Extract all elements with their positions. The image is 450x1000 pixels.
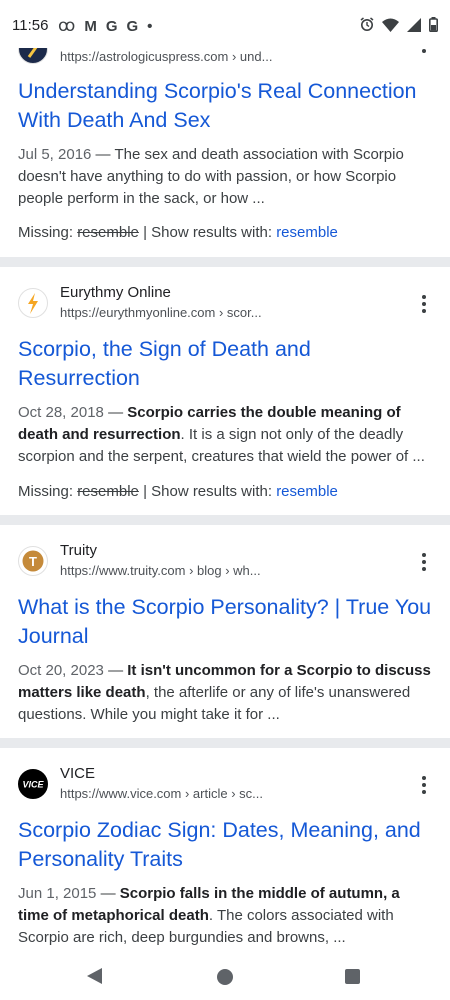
- result-separator: [0, 257, 450, 267]
- more-options-icon[interactable]: [416, 550, 432, 574]
- lightning-icon: [18, 288, 48, 318]
- result-site-name: VICE: [60, 765, 96, 782]
- truity-letter: T: [29, 554, 37, 569]
- google-icon: G: [105, 17, 118, 35]
- result-date: Jun 1, 2015: [18, 885, 97, 902]
- search-result: T Truity https://www.truity.com › blog ›…: [0, 525, 450, 738]
- google-icon: G: [126, 17, 139, 35]
- truity-favicon: T: [18, 546, 48, 576]
- voicemail-icon: ꝏ: [58, 16, 76, 35]
- result-source[interactable]: VICE VICE https://www.vice.com › article…: [18, 765, 432, 805]
- battery-icon: [429, 17, 438, 32]
- result-date: Oct 28, 2018: [18, 404, 104, 421]
- signal-icon: [407, 17, 421, 32]
- alarm-icon: [360, 17, 374, 31]
- show-results-link[interactable]: resemble: [276, 224, 338, 241]
- result-date: Jul 5, 2016: [18, 146, 92, 163]
- result-separator: [0, 515, 450, 525]
- missing-word: resemble: [77, 224, 139, 241]
- more-options-icon[interactable]: [416, 773, 432, 797]
- missing-word: resemble: [77, 483, 139, 500]
- result-title[interactable]: Scorpio, the Sign of Death and Resurrect…: [18, 335, 438, 393]
- result-url: https://www.truity.com › blog › wh...: [60, 563, 261, 578]
- vice-logo-text: VICE: [22, 780, 44, 790]
- search-result: VICE VICE https://www.vice.com › article…: [0, 748, 450, 952]
- search-result: Eurythmy Online https://eurythmyonline.c…: [0, 267, 450, 515]
- back-icon[interactable]: [87, 968, 102, 984]
- missing-terms: Missing: resemble | Show results with: r…: [18, 483, 338, 500]
- result-title[interactable]: What is the Scorpio Personality? | True …: [18, 593, 438, 651]
- result-snippet: Oct 28, 2018 — Scorpio carries the doubl…: [18, 404, 425, 465]
- result-snippet: Oct 20, 2023 — It isn't uncommon for a S…: [18, 662, 431, 723]
- home-icon[interactable]: [217, 969, 233, 985]
- result-separator: [0, 738, 450, 748]
- result-source[interactable]: T Truity https://www.truity.com › blog ›…: [18, 542, 432, 582]
- dot-icon: •: [147, 17, 153, 35]
- notification-icons: ꝏ M G G •: [58, 16, 152, 36]
- result-url: https://eurythmyonline.com › scor...: [60, 305, 262, 320]
- wifi-icon: [382, 18, 399, 32]
- result-title[interactable]: Understanding Scorpio's Real Connection …: [18, 77, 438, 135]
- gmail-icon: M: [84, 17, 97, 35]
- system-icons: [360, 17, 438, 32]
- recent-apps-icon[interactable]: [345, 969, 360, 984]
- result-title[interactable]: Scorpio Zodiac Sign: Dates, Meaning, and…: [18, 816, 438, 874]
- result-snippet: Jun 1, 2015 — Scorpio falls in the middl…: [18, 885, 400, 946]
- missing-terms: Missing: resemble | Show results with: r…: [18, 224, 338, 241]
- status-time: 11:56: [12, 17, 49, 34]
- more-options-icon[interactable]: [416, 292, 432, 316]
- result-url: https://astrologicuspress.com › und...: [60, 49, 273, 64]
- show-results-link[interactable]: resemble: [276, 483, 338, 500]
- status-bar: 11:56 ꝏ M G G •: [0, 0, 450, 48]
- result-source[interactable]: Eurythmy Online https://eurythmyonline.c…: [18, 284, 432, 324]
- result-site-name: Eurythmy Online: [60, 284, 171, 301]
- result-snippet: Jul 5, 2016 — The sex and death associat…: [18, 146, 404, 207]
- result-url: https://www.vice.com › article › sc...: [60, 786, 263, 801]
- system-nav-bar: [0, 952, 450, 1000]
- result-site-name: Truity: [60, 542, 97, 559]
- vice-favicon: VICE: [18, 769, 48, 799]
- result-date: Oct 20, 2023: [18, 662, 104, 679]
